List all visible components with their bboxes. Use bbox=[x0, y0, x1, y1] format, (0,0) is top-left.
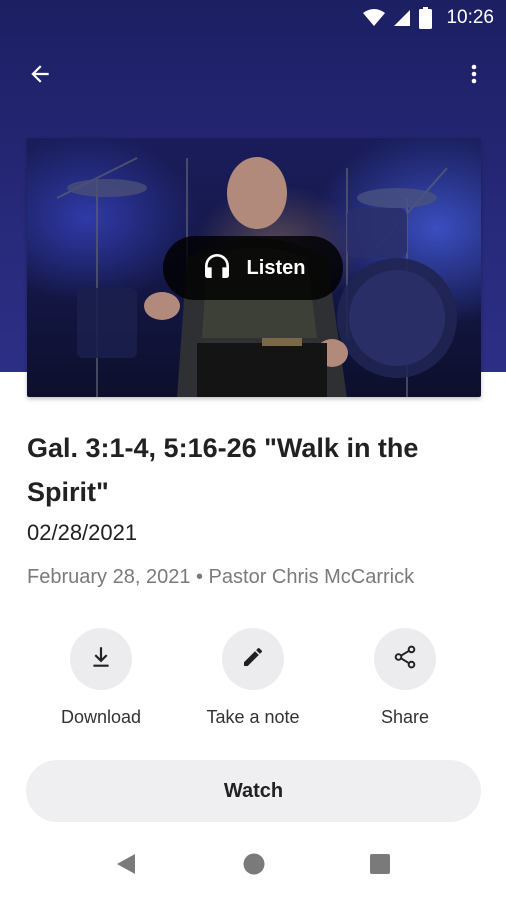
status-time: 10:26 bbox=[446, 7, 494, 28]
download-label: Download bbox=[60, 707, 142, 727]
share-icon bbox=[392, 644, 418, 675]
download-icon bbox=[88, 644, 114, 675]
arrow-left-icon bbox=[27, 61, 53, 92]
share-label: Share bbox=[380, 707, 430, 727]
share-button[interactable]: Share bbox=[330, 628, 480, 728]
take-note-label: Take a note bbox=[206, 707, 300, 727]
app-bar bbox=[0, 48, 506, 100]
sermon-title: Gal. 3:1-4, 5:16-26 "Walk in the Spirit" bbox=[27, 433, 419, 507]
more-options-button[interactable] bbox=[456, 58, 492, 94]
back-button[interactable] bbox=[22, 58, 58, 94]
take-note-circle[interactable] bbox=[222, 628, 284, 690]
nav-home-button[interactable] bbox=[240, 852, 268, 880]
recents-square-icon bbox=[369, 853, 391, 880]
download-circle[interactable] bbox=[70, 628, 132, 690]
listen-button[interactable]: Listen bbox=[163, 236, 343, 300]
wifi-icon bbox=[363, 9, 386, 27]
nav-back-button[interactable] bbox=[112, 852, 140, 880]
cell-signal-icon bbox=[393, 9, 411, 27]
back-triangle-icon bbox=[115, 852, 137, 881]
battery-icon bbox=[419, 7, 433, 29]
sermon-meta: February 28, 2021 • Pastor Chris McCarri… bbox=[27, 566, 415, 588]
home-circle-icon bbox=[242, 852, 266, 881]
sermon-date: 02/28/2021 bbox=[27, 520, 138, 545]
take-note-button[interactable]: Take a note bbox=[178, 628, 328, 728]
more-vertical-icon bbox=[462, 61, 486, 92]
pencil-icon bbox=[241, 645, 265, 674]
listen-label: Listen bbox=[246, 256, 306, 279]
status-bar: 10:26 bbox=[0, 0, 506, 36]
share-circle[interactable] bbox=[374, 628, 436, 690]
action-row: Download Take a note Share bbox=[0, 628, 506, 738]
nav-recents-button[interactable] bbox=[366, 852, 394, 880]
headphones-icon bbox=[201, 250, 233, 287]
watch-button[interactable]: Watch bbox=[26, 760, 481, 822]
download-button[interactable]: Download bbox=[26, 628, 176, 728]
system-nav-bar bbox=[0, 840, 506, 892]
